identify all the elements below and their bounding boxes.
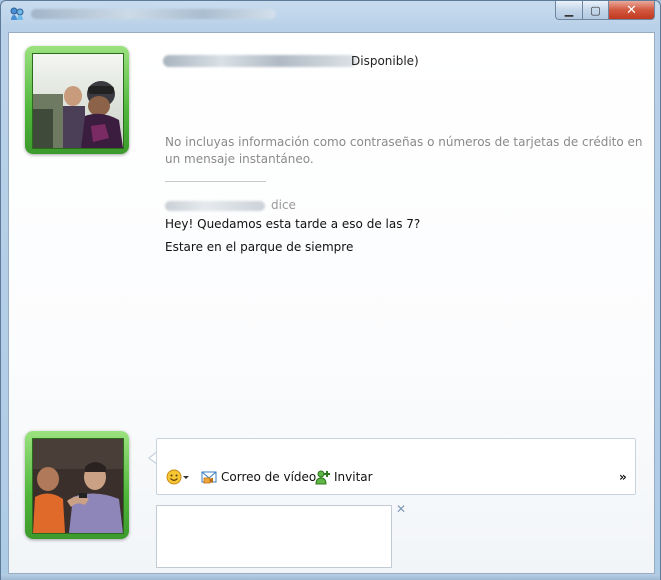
message-input[interactable] [156, 438, 636, 495]
more-options-button[interactable]: » [619, 470, 627, 484]
invite-label: Invitar [334, 470, 373, 484]
title-bar[interactable]: ▁ ▢ ✕ [1, 1, 660, 27]
window-bottom-border [1, 574, 660, 580]
message-text: Estare en el parque de siempre [165, 240, 354, 254]
video-mail-icon [201, 471, 217, 484]
contact-avatar[interactable] [25, 46, 129, 154]
contact-photo [32, 53, 124, 149]
message-text: Hey! Quedamos esta tarde a eso de las 7? [165, 217, 421, 231]
close-ad-button[interactable]: ✕ [396, 502, 406, 516]
smiley-icon [166, 469, 182, 485]
window-title-redacted [31, 9, 276, 19]
invite-button[interactable]: Invitar [315, 469, 373, 485]
user-avatar[interactable] [25, 431, 129, 539]
messenger-icon [10, 7, 24, 20]
video-mail-label: Correo de vídeo [221, 470, 317, 484]
chevron-down-icon [183, 476, 189, 479]
emoticon-button[interactable] [166, 469, 190, 485]
maximize-button[interactable]: ▢ [583, 1, 609, 20]
conversation-area: Disponible) No incluyas información como… [8, 32, 655, 574]
sender-says-label: dice [271, 198, 296, 212]
message-divider [165, 181, 266, 182]
advertisement-box[interactable] [156, 505, 392, 568]
sender-name-redacted [165, 201, 265, 211]
chat-window: ▁ ▢ ✕ Disponible) No incluyas informació… [0, 0, 661, 580]
invite-user-icon [315, 470, 330, 485]
privacy-notice: No incluyas información como contraseñas… [165, 135, 643, 166]
user-photo [32, 438, 124, 534]
close-button[interactable]: ✕ [609, 1, 655, 20]
contact-status: Disponible) [351, 54, 419, 68]
contact-name-redacted [163, 55, 357, 67]
minimize-button[interactable]: ▁ [555, 1, 583, 20]
video-mail-button[interactable]: Correo de vídeo [201, 469, 316, 485]
